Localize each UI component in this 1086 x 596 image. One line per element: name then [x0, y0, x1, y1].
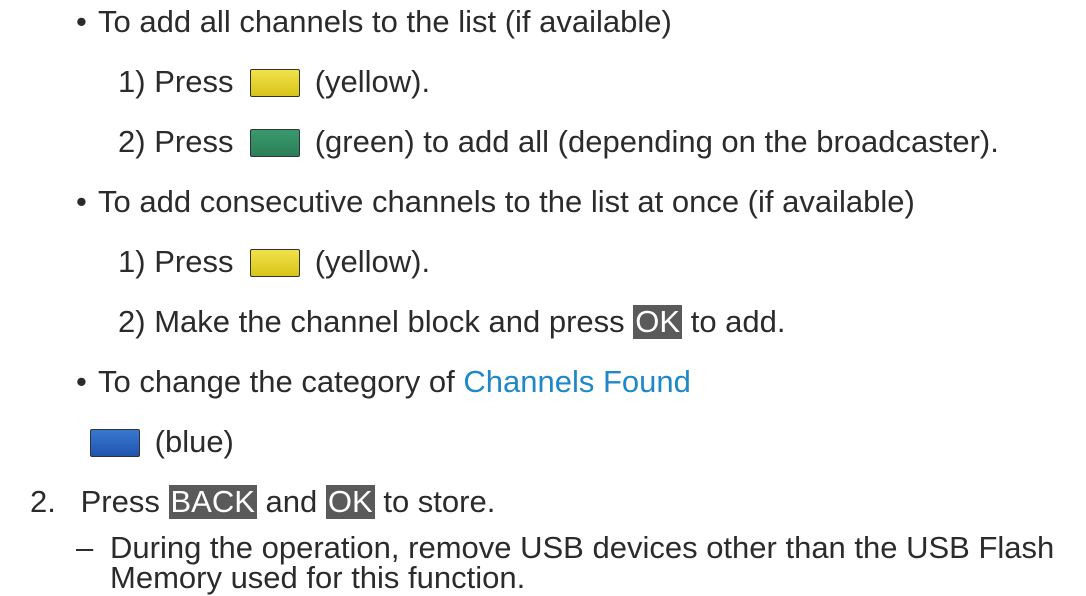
step-press-yellow-2: 1) Press (yellow).	[118, 244, 430, 280]
bullet-text: To change the category of	[98, 364, 455, 399]
bullet-dot: •	[76, 364, 87, 399]
ok-button-label: OK	[325, 484, 375, 519]
store-step-pre: Press	[80, 484, 160, 519]
ok-button-label: OK	[633, 304, 683, 339]
step-text-pre: Press	[154, 64, 234, 99]
bullet-dot: •	[76, 184, 87, 219]
step-press-yellow: 1) Press (yellow).	[118, 64, 430, 100]
channels-found-link[interactable]: Channels Found	[463, 364, 691, 399]
step-number: 2.	[30, 484, 56, 519]
note-text-2: Memory used for this function.	[110, 560, 526, 595]
step-text-post: (yellow).	[314, 64, 431, 99]
step-text-pre: Press	[154, 124, 234, 159]
note-dash: –	[76, 530, 94, 565]
green-key-icon	[250, 129, 301, 157]
step-text-post: (yellow).	[314, 244, 431, 279]
yellow-key-icon	[250, 249, 301, 277]
blue-key-text: (blue)	[154, 424, 234, 459]
step-number: 2)	[118, 304, 146, 339]
step-number: 1)	[118, 64, 146, 99]
store-step-mid: and	[265, 484, 318, 519]
step-press-green: 2) Press (green) to add all (depending o…	[118, 124, 999, 160]
blue-key-line: (blue)	[90, 424, 234, 460]
bullet-item-add-consecutive: • To add consecutive channels to the lis…	[76, 184, 915, 220]
store-step-post: to store.	[383, 484, 496, 519]
bullet-text: To add consecutive channels to the list …	[98, 184, 915, 219]
yellow-key-icon	[250, 69, 301, 97]
bullet-item-add-all: • To add all channels to the list (if av…	[76, 4, 672, 40]
step-number: 2)	[118, 124, 146, 159]
step-make-block: 2) Make the channel block and press OK t…	[118, 304, 786, 340]
bullet-dot: •	[76, 4, 87, 39]
bullet-item-change-category: • To change the category of Channels Fou…	[76, 364, 691, 400]
back-button-label: BACK	[168, 484, 257, 519]
step-text-pre: Make the channel block and press	[154, 304, 625, 339]
step-text-post: (green) to add all (depending on the bro…	[314, 124, 999, 159]
step-text-pre: Press	[154, 244, 234, 279]
step-number: 1)	[118, 244, 146, 279]
blue-key-icon	[90, 429, 140, 457]
bullet-text: To add all channels to the list (if avai…	[98, 4, 672, 39]
store-step: 2. Press BACK and OK to store.	[30, 484, 495, 520]
step-text-post: to add.	[690, 304, 786, 339]
